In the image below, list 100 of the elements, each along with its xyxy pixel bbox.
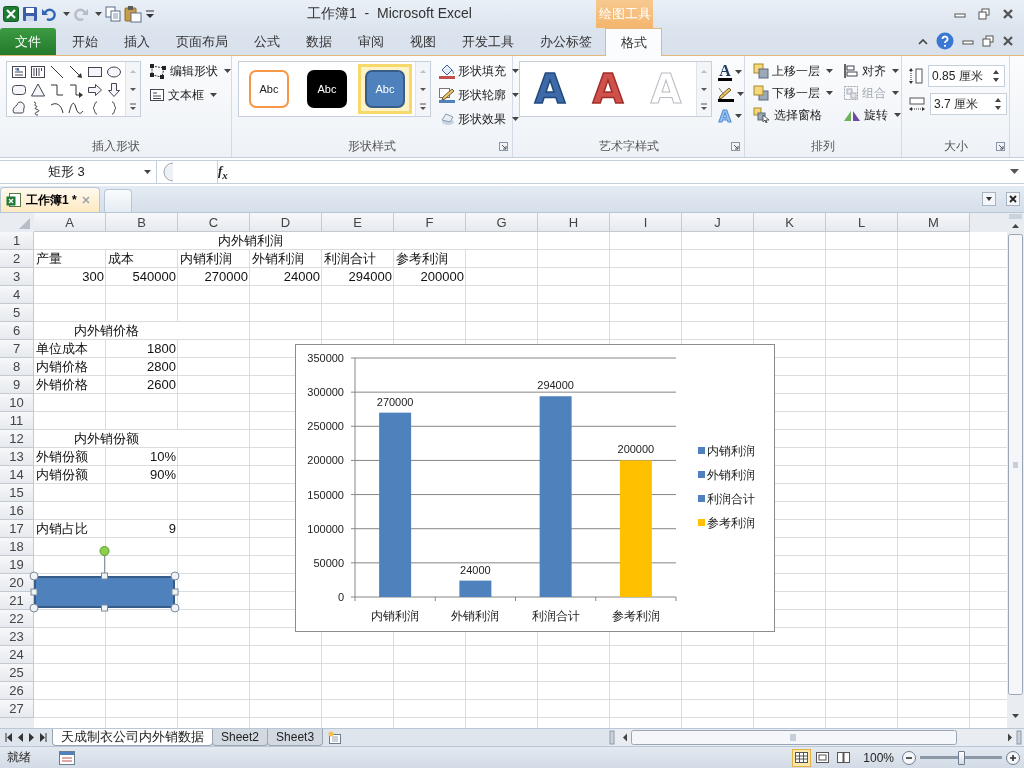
line-icon[interactable] <box>48 64 65 80</box>
ribbon-tab[interactable]: 页面布局 <box>163 28 241 55</box>
row-header[interactable]: 20 <box>0 574 34 592</box>
column-header[interactable]: M <box>898 213 970 232</box>
collapse-ribbon-icon[interactable] <box>918 37 928 45</box>
column-header[interactable]: K <box>754 213 826 232</box>
down-arrow-icon[interactable] <box>105 82 122 98</box>
spinner-icon[interactable] <box>991 68 1001 84</box>
next-sheet-icon[interactable] <box>28 733 35 742</box>
undo-icon[interactable] <box>41 6 57 22</box>
insert-sheet-icon[interactable] <box>327 730 344 745</box>
rectangle-icon[interactable] <box>86 64 103 80</box>
last-sheet-icon[interactable] <box>39 733 47 742</box>
wordart-preset[interactable]: A <box>581 62 635 116</box>
ribbon-tab[interactable]: 办公标签 <box>527 28 605 55</box>
triangle-icon[interactable] <box>29 82 46 98</box>
vertical-scrollbar[interactable] <box>1007 213 1024 728</box>
view-button[interactable] <box>792 748 812 767</box>
column-header[interactable]: J <box>682 213 754 232</box>
spreadsheet-icon[interactable] <box>3 6 19 22</box>
expand-formula-icon[interactable] <box>1010 169 1019 175</box>
ribbon-button[interactable]: 下移一层 <box>751 83 835 103</box>
column-header[interactable]: I <box>610 213 682 232</box>
ribbon-tab[interactable]: 视图 <box>397 28 449 55</box>
row-header[interactable]: 10 <box>0 394 34 412</box>
copy-icon[interactable] <box>105 6 121 22</box>
zoom-in-icon[interactable] <box>1006 750 1020 765</box>
ribbon-tab[interactable]: 数据 <box>293 28 345 55</box>
row-header[interactable]: 19 <box>0 556 34 574</box>
row-header[interactable]: 1 <box>0 232 34 250</box>
column-header[interactable]: F <box>394 213 466 232</box>
elbow-arrow-icon[interactable] <box>67 82 84 98</box>
sheet-tab[interactable]: Sheet2 <box>212 729 269 746</box>
horizontal-scrollbar[interactable] <box>609 729 1024 746</box>
row-header[interactable]: 6 <box>0 322 34 340</box>
macro-record-icon[interactable] <box>59 750 75 765</box>
row-header[interactable]: 18 <box>0 538 34 556</box>
row-header[interactable]: 2 <box>0 250 34 268</box>
vertical-textbox-icon[interactable] <box>29 64 46 80</box>
dialog-launcher-icon[interactable] <box>731 142 740 151</box>
close-icon[interactable] <box>1002 8 1014 20</box>
ribbon-button[interactable]: 文本框 <box>147 85 233 105</box>
slider-thumb[interactable] <box>958 750 965 765</box>
paste-icon[interactable] <box>124 5 142 23</box>
textbox-icon[interactable] <box>10 64 27 80</box>
row-header[interactable]: 24 <box>0 646 34 664</box>
row-header[interactable]: 9 <box>0 376 34 394</box>
ribbon-button[interactable]: 编辑形状 <box>147 61 233 81</box>
oval-icon[interactable] <box>105 64 122 80</box>
style-preset[interactable]: Abc <box>358 64 412 114</box>
zoom-out-icon[interactable] <box>902 750 916 765</box>
rectangle-shape[interactable] <box>34 576 175 608</box>
dialog-launcher-icon[interactable] <box>499 142 508 151</box>
insert-function-button[interactable]: f$_{x}$ <box>215 163 231 181</box>
ribbon-tab[interactable]: 开发工具 <box>449 28 527 55</box>
column-header[interactable]: C <box>178 213 250 232</box>
row-header[interactable]: 4 <box>0 286 34 304</box>
wordart-preset[interactable]: A <box>523 62 577 116</box>
ribbon-tab[interactable]: 公式 <box>241 28 293 55</box>
ribbon-tab[interactable]: 文件 <box>0 28 56 55</box>
selection-handles[interactable] <box>29 546 180 613</box>
ribbon-button[interactable]: 形状填充 <box>437 61 521 81</box>
rounded-rectangle-icon[interactable] <box>10 82 27 98</box>
help-icon[interactable] <box>936 32 954 50</box>
dialog-launcher-icon[interactable] <box>996 142 1005 151</box>
first-sheet-icon[interactable] <box>5 733 13 742</box>
column-header[interactable]: L <box>826 213 898 232</box>
row-header[interactable]: 21 <box>0 592 34 610</box>
workbook-tab[interactable]: 工作簿1 * <box>0 187 100 212</box>
ribbon-button[interactable]: A <box>718 61 744 83</box>
spinner-icon[interactable] <box>993 96 1003 112</box>
close-icon[interactable] <box>1006 192 1020 206</box>
row-header[interactable]: 26 <box>0 682 34 700</box>
ribbon-button[interactable]: 对齐 <box>841 61 903 81</box>
row-header[interactable]: 17 <box>0 520 34 538</box>
restore-icon[interactable] <box>978 8 990 20</box>
ribbon-tab[interactable]: 插入 <box>111 28 163 55</box>
row-header[interactable]: 23 <box>0 628 34 646</box>
ribbon-tab[interactable]: 格式 <box>605 28 662 56</box>
row-header[interactable]: 7 <box>0 340 34 358</box>
save-icon[interactable] <box>22 6 38 22</box>
ribbon-button[interactable]: 选择窗格 <box>751 105 835 125</box>
arrow-icon[interactable] <box>67 64 84 80</box>
number-field[interactable]: 0.85 厘米 <box>928 65 1005 87</box>
ribbon-button[interactable]: 旋转 <box>841 105 903 125</box>
row-header[interactable]: 3 <box>0 268 34 286</box>
row-header[interactable]: 12 <box>0 430 34 448</box>
dropdown-icon[interactable] <box>982 192 996 206</box>
previous-sheet-icon[interactable] <box>17 733 24 742</box>
row-header[interactable]: 15 <box>0 484 34 502</box>
sheet-tab[interactable]: Sheet3 <box>267 729 324 746</box>
column-header[interactable]: B <box>106 213 178 232</box>
column-header[interactable]: H <box>538 213 610 232</box>
row-header[interactable]: 8 <box>0 358 34 376</box>
row-header[interactable]: 22 <box>0 610 34 628</box>
restore-icon[interactable] <box>982 35 994 47</box>
freeform-icon[interactable] <box>10 100 27 116</box>
row-header[interactable]: 5 <box>0 304 34 322</box>
row-header[interactable]: 16 <box>0 502 34 520</box>
row-header[interactable]: 14 <box>0 466 34 484</box>
